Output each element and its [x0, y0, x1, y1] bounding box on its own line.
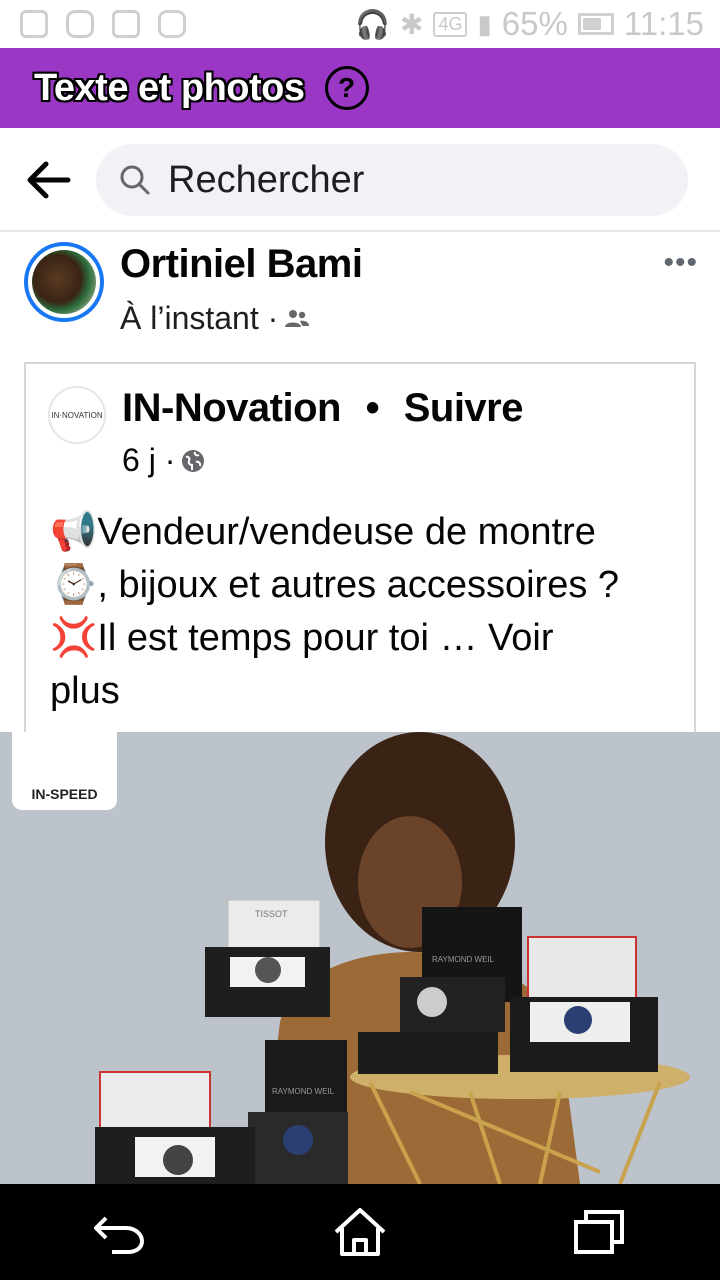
page-logo[interactable]: IN·NOVATION — [48, 386, 106, 444]
shared-post-meta: 6 j · — [122, 442, 205, 479]
system-status: 🎧 ✱ 4G ▮ 65% 11:15 — [355, 5, 704, 43]
box-label-2: RAYMOND WEIL — [432, 955, 495, 964]
post-time[interactable]: À l’instant · — [120, 300, 278, 337]
photo-logo-text: IN-SPEED — [31, 786, 98, 802]
network-type: 4G — [433, 11, 468, 37]
more-options-button[interactable]: ••• — [663, 246, 698, 280]
anger-icon: 💢 — [50, 617, 98, 659]
instagram-notification-icon — [66, 10, 94, 38]
system-nav-bar — [0, 1184, 720, 1280]
box-label-4: RAYMOND WEIL — [272, 1087, 335, 1096]
search-icon — [120, 165, 150, 195]
post-author[interactable]: Ortiniel Bami — [120, 242, 363, 287]
avatar[interactable] — [24, 242, 104, 322]
follow-button[interactable]: Suivre — [404, 386, 524, 430]
message-notification-icon — [20, 10, 48, 38]
composer-title: Texte et photos — [34, 66, 305, 109]
nav-recents-button[interactable] — [568, 1200, 632, 1264]
see-more-link-end[interactable]: plus — [50, 670, 120, 712]
notification-icons — [20, 10, 186, 38]
post-text-segment-1: Vendeur/vendeuse de montre — [97, 511, 596, 553]
watch-icon: ⌚ — [50, 564, 98, 606]
photo-logo-badge: IN-SPEED — [12, 732, 117, 810]
avatar-image — [32, 250, 96, 314]
battery-percent: 65% — [501, 5, 568, 42]
clock: 11:15 — [623, 5, 704, 42]
page-name-row: IN-Novation • Suivre — [122, 386, 524, 431]
globe-icon — [182, 449, 205, 472]
nav-back-button[interactable] — [88, 1200, 152, 1264]
post-text-line-2: ⌚, bijoux et autres accessoires ? — [50, 559, 690, 612]
post-text-line-3: 💢Il est temps pour toi … Voir — [50, 612, 690, 665]
nav-home-icon — [334, 1208, 386, 1256]
separator: • — [365, 386, 380, 430]
post-meta: À l’instant · — [120, 300, 310, 337]
help-button[interactable]: ? — [324, 66, 369, 110]
shared-post-age[interactable]: 6 j · — [122, 442, 175, 479]
status-bar: 🎧 ✱ 4G ▮ 65% 11:15 — [0, 0, 720, 48]
post-header: Ortiniel Bami À l’instant · ••• — [0, 232, 720, 362]
post-photo[interactable]: TISSOT RAYMOND WEIL RAYMOND WEIL IN-SPEE… — [0, 732, 720, 1184]
post-text-segment-2: , bijoux et autres accessoires ? — [97, 564, 620, 606]
gallery-notification-icon — [112, 10, 140, 38]
post-text-line-1: 📢Vendeur/vendeuse de montre — [50, 506, 690, 559]
box-label-1: TISSOT — [255, 909, 288, 919]
megaphone-icon: 📢 — [50, 511, 98, 553]
post-text-line-4: plus — [50, 665, 690, 718]
help-icon: ? — [337, 72, 356, 103]
watch-box-3 — [510, 936, 658, 1072]
composer-title-bar: Texte et photos ? — [0, 48, 720, 128]
bluetooth-icon: ✱ — [400, 8, 424, 40]
page-name[interactable]: IN-Novation — [122, 386, 341, 430]
see-more-link[interactable]: Il est temps pour toi … Voir — [97, 617, 553, 659]
nav-home-button[interactable] — [328, 1200, 392, 1264]
search-header: Rechercher — [0, 128, 720, 232]
friends-icon — [285, 309, 310, 327]
arrow-left-icon[interactable] — [24, 158, 72, 202]
post-text: 📢Vendeur/vendeuse de montre ⌚, bijoux et… — [50, 506, 690, 718]
signal-icon: ▮ — [477, 8, 492, 39]
instagram-notification-icon-2 — [158, 10, 186, 38]
headphones-icon: 🎧 — [355, 8, 390, 40]
battery-icon — [577, 13, 614, 35]
search-input[interactable]: Rechercher — [96, 144, 688, 216]
nav-back-icon — [94, 1216, 145, 1254]
page-logo-text: IN·NOVATION — [51, 410, 103, 420]
search-placeholder: Rechercher — [168, 158, 365, 201]
nav-recents-icon — [574, 1210, 624, 1254]
shared-post-card: IN·NOVATION IN-Novation • Suivre 6 j · 📢… — [24, 362, 696, 732]
